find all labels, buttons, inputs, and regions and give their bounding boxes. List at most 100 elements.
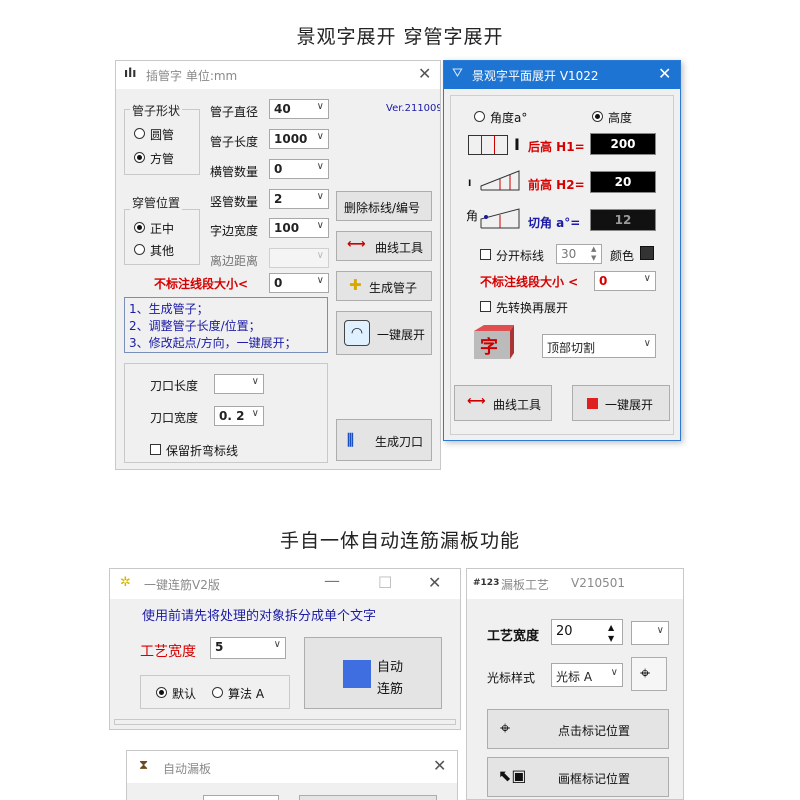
curve-tool-label: 曲线工具: [375, 241, 424, 255]
app-icon: ⛛: [452, 66, 463, 81]
leak-window-titlebar[interactable]: #123 漏板工艺 V210501: [467, 569, 683, 599]
blade-width-select[interactable]: 0. 2 ∨: [214, 406, 264, 426]
cut-angle-diagram-icon: [480, 207, 520, 229]
cursor-style-select[interactable]: 光标 A ∨: [551, 663, 623, 687]
cut-angle-input[interactable]: 12: [590, 209, 656, 231]
generate-blade-button[interactable]: ⫼ 生成刀口: [336, 419, 432, 461]
front-height-label: 前高 H2=: [528, 178, 585, 192]
cut-mode-select[interactable]: 顶部切割 ∨: [542, 334, 656, 358]
pipe-window-titlebar[interactable]: ılı 插管字 单位:mm ✕: [116, 61, 440, 89]
edge-width-value: 100: [274, 221, 300, 235]
extrude-icon: 字: [474, 325, 514, 359]
shape-square-radio[interactable]: [134, 152, 145, 163]
vcount-select[interactable]: 2 ∨: [269, 189, 329, 209]
position-group-title: 穿管位置: [130, 194, 183, 211]
keep-fold-label: 保留折弯标线: [166, 444, 239, 458]
land-min-seg-label: 不标注线段大小 <: [480, 275, 579, 289]
expand-button[interactable]: ◠ 一键展开: [336, 311, 432, 355]
close-icon[interactable]: ✕: [418, 64, 431, 83]
land-curve-tool-button[interactable]: ⟷ 曲线工具: [454, 385, 552, 421]
chevron-down-icon: ∨: [610, 667, 618, 678]
edge-width-select[interactable]: 100 ∨: [269, 218, 329, 238]
curve-tool-icon: ⟷: [347, 237, 366, 252]
crosshair-icon: ⌖: [500, 718, 511, 739]
auto-rebar-button[interactable]: 自动 连筋: [304, 637, 442, 709]
wedge-icon: [480, 170, 520, 191]
minimize-icon[interactable]: —: [324, 571, 340, 590]
pos-center-radio[interactable]: [134, 222, 145, 233]
chevron-down-icon: ∨: [316, 250, 324, 261]
landscape-window-titlebar[interactable]: ⛛ 景观字平面展开 V1022 ✕: [444, 61, 680, 89]
shape-group-title: 管子形状: [130, 102, 183, 119]
chevron-down-icon: ∨: [656, 625, 664, 636]
chevron-down-icon: ∨: [643, 338, 651, 349]
back-height-input[interactable]: 200: [590, 133, 656, 155]
pipe-window: ılı 插管字 单位:mm ✕ 管子形状 圆管 方管 穿管位置 正中 其他 管子…: [115, 60, 441, 470]
auto-leak-window: ⧗ 自动漏板 ✕: [126, 750, 458, 800]
leak-width-label: 工艺宽度: [487, 629, 540, 644]
leak-extra-select[interactable]: ∨: [631, 621, 669, 645]
default-label: 默认: [172, 687, 197, 701]
frame-mark-button[interactable]: ⬉▣ 画框标记位置: [487, 757, 669, 797]
curve-tool-icon: ⟷: [467, 394, 486, 409]
delete-marks-button[interactable]: 删除标线/编号: [336, 191, 432, 221]
pos-center-label: 正中: [150, 222, 175, 236]
vcount-value: 2: [274, 192, 283, 206]
min-seg-select[interactable]: 0 ∨: [269, 273, 329, 293]
delete-marks-label: 删除标线/编号: [344, 201, 421, 215]
instruction-line: 2、调整管子长度/位置；: [129, 319, 261, 333]
click-mark-button[interactable]: ⌖ 点击标记位置: [487, 709, 669, 749]
instructions-box: 1、生成管子； 2、调整管子长度/位置； 3、修改起点/方向，一键展开；: [124, 297, 328, 353]
diameter-select[interactable]: 40 ∨: [269, 99, 329, 119]
auto-leak-button[interactable]: [299, 795, 437, 800]
curve-tool-button[interactable]: ⟷ 曲线工具: [336, 231, 432, 261]
version-label: Ver.211009: [386, 103, 441, 114]
chevron-down-icon: ∨: [316, 101, 324, 112]
shape-round-radio[interactable]: [134, 128, 145, 139]
auto-leak-select[interactable]: [203, 795, 279, 800]
land-min-seg-select[interactable]: 0 ∨: [594, 271, 656, 291]
svg-text:字: 字: [480, 336, 498, 358]
front-height-input[interactable]: 20: [590, 171, 656, 193]
hcount-label: 横管数量: [210, 165, 259, 179]
default-radio[interactable]: [156, 687, 167, 698]
close-icon[interactable]: ✕: [428, 573, 441, 592]
heading-middle: 手自一体自动连筋漏板功能: [279, 530, 520, 552]
rebar-width-select[interactable]: 5 ∨: [210, 637, 286, 659]
color-label: 颜色: [610, 249, 635, 263]
generate-pipe-label: 生成管子: [369, 281, 418, 295]
instruction-line: 1、生成管子；: [129, 302, 209, 316]
length-select[interactable]: 1000 ∨: [269, 129, 329, 149]
pos-other-label: 其他: [150, 244, 175, 258]
convert-checkbox[interactable]: [480, 301, 491, 312]
close-icon[interactable]: ✕: [658, 64, 671, 83]
pos-other-radio[interactable]: [134, 244, 145, 255]
edge-dist-select[interactable]: ∨: [269, 248, 329, 268]
land-expand-label: 一键展开: [605, 398, 654, 412]
generate-pipe-button[interactable]: ✚ 生成管子: [336, 271, 432, 301]
keep-fold-checkbox[interactable]: [150, 444, 161, 455]
rebar-window-title: 一键连筋V2版: [144, 578, 220, 592]
height-radio[interactable]: [592, 111, 603, 122]
chevron-down-icon: ∨: [251, 408, 259, 419]
color-swatch[interactable]: [640, 246, 654, 260]
algo-a-radio[interactable]: [212, 687, 223, 698]
blade-icon: ⫼: [347, 431, 354, 449]
close-icon[interactable]: ✕: [433, 756, 446, 775]
length-value: 1000: [274, 132, 308, 146]
leak-window-version: V210501: [571, 576, 626, 590]
auto-leak-window-titlebar[interactable]: ⧗ 自动漏板 ✕: [127, 751, 457, 783]
frame-mark-label: 画框标记位置: [558, 772, 631, 786]
land-expand-button[interactable]: 一键展开: [572, 385, 670, 421]
blade-len-select[interactable]: ∨: [214, 374, 264, 394]
maximize-icon[interactable]: ☐: [378, 573, 392, 592]
rebar-window-titlebar[interactable]: ✲ 一键连筋V2版 — ☐ ✕: [110, 569, 460, 599]
app-icon: ılı: [124, 66, 137, 80]
split-checkbox[interactable]: [480, 249, 491, 260]
crosshair-preview: ⌖: [631, 657, 667, 691]
angle-radio[interactable]: [474, 111, 485, 122]
click-mark-label: 点击标记位置: [558, 724, 631, 738]
hcount-select[interactable]: 0 ∨: [269, 159, 329, 179]
split-spinner[interactable]: 30 ▲ ▼: [556, 244, 602, 264]
leak-width-spinner[interactable]: 20 ▲ ▼: [551, 619, 623, 645]
